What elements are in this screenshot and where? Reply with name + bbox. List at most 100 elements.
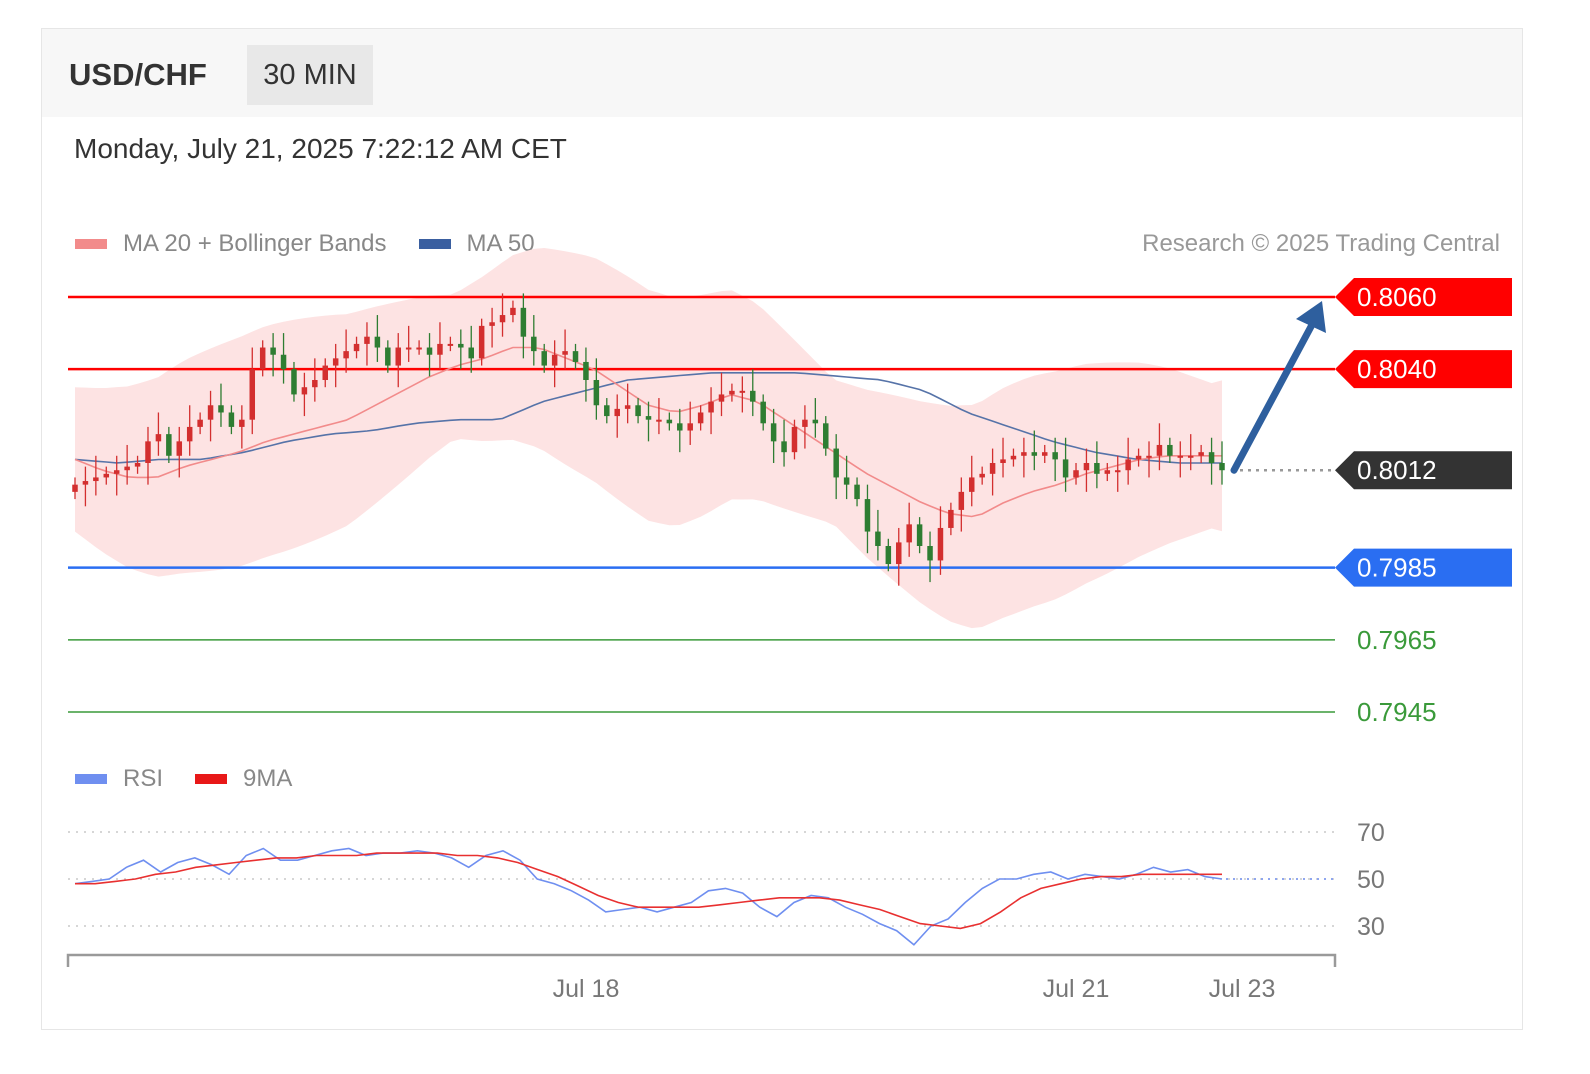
rsi-line [74, 847, 1223, 946]
candle [312, 380, 318, 388]
candle [332, 358, 339, 366]
candle [687, 423, 693, 431]
rsi-level-label-30: 30 [1357, 913, 1385, 941]
candle [218, 405, 224, 413]
candle [1104, 470, 1111, 474]
candle [729, 390, 735, 395]
candle [1219, 463, 1225, 471]
candle [280, 354, 287, 370]
candle [812, 419, 819, 424]
price-tag-label-0.8040: 0.8040 [1357, 354, 1437, 384]
candle [291, 369, 297, 395]
candle [93, 477, 99, 482]
candle [1198, 452, 1204, 456]
candle [833, 448, 839, 478]
candle [145, 441, 151, 463]
candle [791, 426, 798, 453]
price-label-0.7965: 0.7965 [1357, 625, 1437, 655]
candle [593, 380, 600, 406]
candle [489, 322, 495, 326]
candle [176, 441, 183, 456]
candle [958, 491, 965, 510]
candle [635, 405, 641, 417]
time-axis [66, 953, 1337, 967]
candle [186, 426, 193, 442]
candle [1031, 452, 1038, 456]
candle [541, 351, 547, 366]
candle [864, 499, 871, 532]
candle [259, 347, 266, 370]
candle [1083, 463, 1090, 471]
candle [468, 347, 474, 359]
candle [979, 473, 985, 478]
candle [134, 463, 141, 467]
candle [604, 405, 610, 417]
candle [896, 542, 902, 565]
candle [677, 423, 683, 431]
candle [1073, 470, 1079, 478]
candle [395, 347, 401, 366]
candle [478, 325, 485, 359]
candle [155, 434, 162, 442]
candle [562, 351, 568, 355]
candle [823, 423, 829, 449]
candle [437, 343, 443, 355]
candle [124, 466, 130, 471]
candle [708, 401, 714, 413]
candle [207, 405, 214, 420]
price-chart: 0.8060 0.8040 0.8012 0.7985 0.7965 0.7945 70 50… [66, 247, 1512, 1003]
candle [72, 484, 78, 492]
candle [989, 463, 996, 474]
candle [739, 390, 746, 393]
candle [937, 527, 944, 561]
candle [1187, 455, 1194, 458]
candle [510, 307, 516, 316]
candle [614, 408, 620, 417]
candle [374, 336, 381, 348]
candle [520, 307, 527, 337]
candle [113, 470, 120, 474]
rsi-level-label-70: 70 [1357, 819, 1385, 847]
candle [551, 354, 558, 366]
candle [531, 336, 537, 352]
candle [228, 412, 235, 427]
candle [301, 387, 308, 395]
candle [906, 524, 912, 543]
candle [1167, 444, 1173, 456]
candle [364, 336, 370, 344]
candle [1021, 452, 1027, 456]
rsi-level-label-50: 50 [1357, 866, 1385, 894]
x-tick-label: Jul 23 [1209, 975, 1276, 1003]
candle [875, 531, 881, 546]
candle [843, 477, 850, 485]
candle [1156, 444, 1163, 456]
candle [1062, 459, 1069, 478]
candle [1125, 459, 1131, 471]
candle [770, 423, 777, 442]
candle [1094, 463, 1100, 474]
candle [916, 524, 923, 546]
x-tick-label: Jul 18 [553, 975, 620, 1003]
price-label-0.7945: 0.7945 [1357, 697, 1437, 727]
candle [948, 509, 954, 528]
candle [82, 481, 89, 485]
rsi-ma9-line [75, 852, 1222, 930]
forecast-arrow [1230, 317, 1318, 474]
candle [885, 546, 892, 565]
candle [447, 343, 454, 346]
candle [1177, 455, 1184, 458]
candle [666, 419, 673, 424]
candle [583, 361, 589, 380]
candle [1114, 470, 1121, 473]
candle [781, 441, 787, 453]
candle [1041, 452, 1048, 456]
candle [405, 347, 412, 350]
candle [426, 347, 433, 355]
candle [1010, 455, 1017, 460]
candle [1000, 459, 1006, 463]
candle [645, 416, 652, 420]
candle [718, 394, 725, 402]
candle [927, 546, 933, 561]
candle [1135, 455, 1142, 460]
candle [1052, 452, 1058, 460]
